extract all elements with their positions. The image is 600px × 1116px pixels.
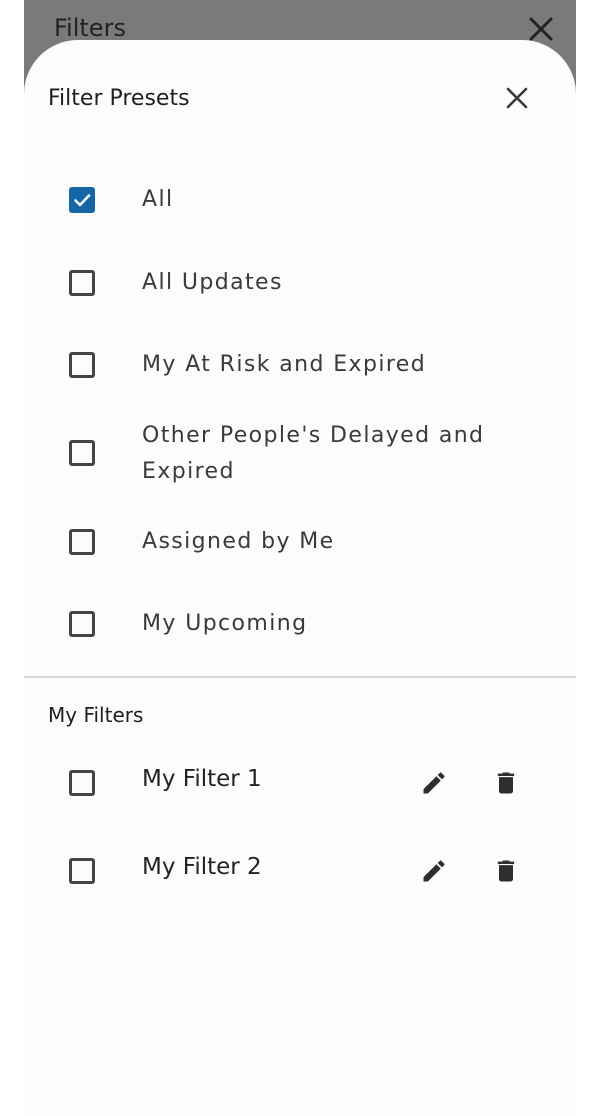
- close-icon[interactable]: [504, 85, 530, 111]
- my-filter-row-2[interactable]: My Filter 2: [24, 827, 576, 915]
- preset-label-all-updates: All Updates: [142, 270, 283, 295]
- pencil-icon[interactable]: [420, 769, 448, 797]
- filter-presets-sheet: Filter Presets All All Updates My At Ris…: [24, 40, 576, 1116]
- preset-checkbox-all[interactable]: [69, 187, 95, 213]
- preset-row-all[interactable]: All: [24, 159, 576, 241]
- preset-checkbox-my-at-risk-and-expired[interactable]: [69, 352, 95, 378]
- preset-label-my-upcoming: My Upcoming: [142, 611, 308, 636]
- my-filter-checkbox-2[interactable]: [69, 858, 95, 884]
- my-filters-title: My Filters: [48, 703, 144, 727]
- trash-icon[interactable]: [492, 769, 520, 797]
- screen: Filters Filter Presets All All Updates M…: [0, 0, 600, 1116]
- preset-row-my-upcoming[interactable]: My Upcoming: [24, 583, 576, 665]
- my-filter-checkbox-1[interactable]: [69, 770, 95, 796]
- preset-checkbox-my-upcoming[interactable]: [69, 611, 95, 637]
- my-filter-row-1[interactable]: My Filter 1: [24, 739, 576, 827]
- sheet-title: Filter Presets: [48, 86, 190, 111]
- preset-row-my-at-risk-and-expired[interactable]: My At Risk and Expired: [24, 324, 576, 406]
- check-icon: [74, 194, 91, 207]
- trash-icon[interactable]: [492, 857, 520, 885]
- preset-checkbox-other-peoples-delayed-and-expired[interactable]: [69, 440, 95, 466]
- preset-label-assigned-by-me: Assigned by Me: [142, 529, 335, 554]
- background-close-icon: [529, 17, 553, 41]
- preset-label-all: All: [142, 187, 174, 212]
- preset-row-assigned-by-me[interactable]: Assigned by Me: [24, 501, 576, 583]
- preset-label-my-at-risk-and-expired: My At Risk and Expired: [142, 352, 427, 377]
- preset-row-all-updates[interactable]: All Updates: [24, 242, 576, 324]
- my-filter-label-2: My Filter 2: [142, 854, 262, 880]
- preset-checkbox-assigned-by-me[interactable]: [69, 529, 95, 555]
- preset-checkbox-all-updates[interactable]: [69, 270, 95, 296]
- background-screen-title: Filters: [54, 14, 126, 42]
- preset-label-other-peoples-delayed-and-expired: Other People's Delayed and Expired: [142, 423, 485, 484]
- my-filter-label-1: My Filter 1: [142, 766, 262, 792]
- pencil-icon[interactable]: [420, 857, 448, 885]
- preset-row-other-peoples-delayed-and-expired[interactable]: Other People's Delayed and Expired: [24, 411, 576, 499]
- section-divider: [24, 676, 576, 678]
